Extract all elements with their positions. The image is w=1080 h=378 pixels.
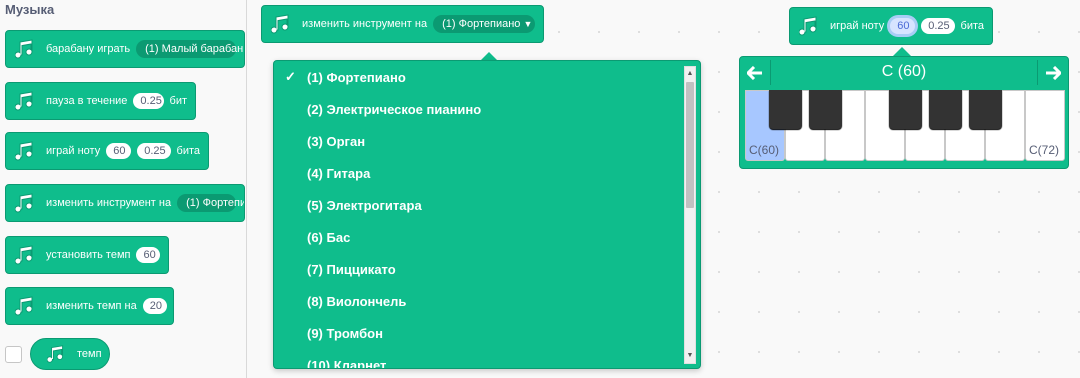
dropdown-item-label: (2) Электрическое пианино [307, 101, 482, 117]
block-label: пауза в течение [46, 95, 128, 107]
black-key-f-sharp[interactable] [889, 90, 922, 129]
dropdown-item[interactable]: (4) Гитара [274, 157, 678, 189]
tempo-reporter[interactable]: темп [30, 338, 110, 370]
note-input[interactable]: 60 [890, 18, 916, 34]
block-suffix: бита [176, 145, 200, 157]
music-note-icon [45, 341, 71, 367]
category-title: Музыка [5, 2, 55, 17]
beats-input[interactable]: 0.25 [137, 143, 171, 159]
dropdown-item-label: (7) Пиццикато [307, 261, 396, 277]
rest-block[interactable]: пауза в течение 0.25 бит [5, 82, 196, 120]
low-key-label: C(60) [749, 143, 780, 157]
workspace-set-instrument-block[interactable]: изменить инструмент на (1) Фортепиано ▼ [261, 5, 544, 43]
music-note-icon [270, 11, 296, 37]
block-label: изменить инструмент на [46, 197, 172, 209]
dropdown-item-label: (5) Электрогитара [307, 197, 422, 213]
high-key-label: C(72) [1029, 143, 1060, 157]
block-suffix: бит [169, 95, 187, 107]
reporter-label: темп [77, 348, 102, 360]
block-label: играй ноту [830, 20, 885, 32]
set-tempo-block[interactable]: установить темп 60 [5, 236, 169, 274]
instrument-dropdown-menu: ✓ (1) Фортепиано (2) Электрическое пиани… [273, 60, 701, 369]
black-key-a-sharp[interactable] [969, 90, 1002, 129]
block-label: барабану играть [46, 43, 131, 55]
note-input[interactable]: 60 [106, 143, 132, 159]
piano-keys: C(60) C(72) [745, 90, 1065, 161]
checkmark-icon: ✓ [285, 69, 296, 84]
music-note-icon [14, 138, 40, 164]
black-key-c-sharp[interactable] [769, 90, 802, 129]
octave-down-arrow-icon[interactable] [740, 60, 771, 85]
dropdown-item[interactable]: (7) Пиццикато [274, 253, 678, 285]
dropdown-item[interactable]: (2) Электрическое пианино [274, 93, 678, 125]
set-instrument-block[interactable]: изменить инструмент на (1) Фортепиано [5, 184, 245, 222]
tempo-change-input[interactable]: 20 [142, 298, 167, 314]
dropdown-item[interactable]: ✓ (1) Фортепиано [274, 61, 678, 93]
note-picker-piano: C (60) C(60) C(72) [739, 56, 1069, 169]
scroll-down-arrow-icon[interactable]: ▼ [686, 351, 694, 361]
beats-input[interactable]: 0.25 [133, 93, 164, 109]
black-key-g-sharp[interactable] [929, 90, 962, 129]
music-note-icon [14, 242, 40, 268]
block-label: играй ноту [46, 145, 101, 157]
piano-header: C (60) [740, 57, 1068, 88]
dropdown-item[interactable]: (10) Кларнет [274, 349, 678, 369]
selected-note-name: C (60) [881, 63, 927, 80]
play-drum-block[interactable]: барабану играть (1) Малый барабан [5, 30, 245, 68]
black-key-d-sharp[interactable] [809, 90, 842, 129]
play-note-block[interactable]: играй ноту 60 0.25 бита [5, 132, 209, 170]
block-label: изменить темп на [46, 300, 137, 312]
dropdown-item-label: (8) Виолончель [307, 293, 407, 309]
block-label: изменить инструмент на [302, 18, 428, 30]
music-note-icon [798, 13, 824, 39]
dropdown-item-label: (1) Фортепиано [307, 69, 406, 85]
caret-down-icon: ▼ [523, 19, 533, 29]
scroll-up-arrow-icon[interactable]: ▲ [686, 69, 694, 79]
tempo-monitor-checkbox[interactable] [5, 346, 22, 363]
music-note-icon [14, 190, 40, 216]
dropdown-item-label: (3) Орган [307, 133, 366, 149]
dropdown-item[interactable]: (6) Бас [274, 221, 678, 253]
blocks-palette: Музыка барабану играть (1) Малый барабан… [0, 0, 247, 378]
dropdown-item[interactable]: (8) Виолончель [274, 285, 678, 317]
music-note-icon [14, 293, 40, 319]
piano-pointer [893, 47, 911, 56]
instrument-dropdown-value: (1) Фортепиано [442, 18, 521, 30]
dropdown-scrollbar[interactable]: ▲ ▼ [684, 66, 696, 364]
dropdown-item-label: (10) Кларнет [307, 357, 387, 369]
dropdown-item[interactable]: (3) Орган [274, 125, 678, 157]
block-label: установить темп [46, 249, 131, 261]
octave-up-arrow-icon[interactable] [1037, 60, 1068, 85]
dropdown-item-label: (9) Тромбон [307, 325, 383, 341]
tempo-input[interactable]: 60 [136, 247, 161, 263]
dropdown-item-label: (4) Гитара [307, 165, 371, 181]
block-suffix: бита [960, 20, 984, 32]
instrument-dropdown[interactable]: (1) Фортепиано ▼ [433, 15, 535, 33]
drum-dropdown[interactable]: (1) Малый барабан [136, 40, 243, 58]
music-note-icon [14, 88, 40, 114]
scrollbar-thumb[interactable] [686, 82, 694, 208]
workspace-play-note-block[interactable]: играй ноту 60 0.25 бита [789, 7, 993, 45]
dropdown-item-label: (6) Бас [307, 229, 351, 245]
beats-input[interactable]: 0.25 [921, 18, 955, 34]
change-tempo-block[interactable]: изменить темп на 20 [5, 287, 174, 325]
instrument-dropdown[interactable]: (1) Фортепиано [177, 194, 244, 212]
music-note-icon [14, 36, 40, 62]
dropdown-item[interactable]: (5) Электрогитара [274, 189, 678, 221]
dropdown-item[interactable]: (9) Тромбон [274, 317, 678, 349]
